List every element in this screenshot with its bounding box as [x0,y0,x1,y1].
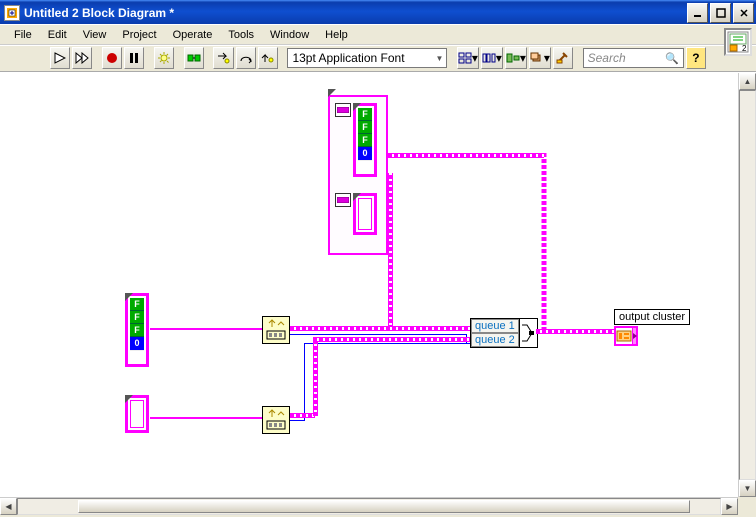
wire-queue2-ref-v [313,339,318,416]
hscroll-thumb[interactable] [78,500,690,513]
bool-cell: F [130,311,144,324]
scroll-right-button[interactable]: ▶ [721,498,738,515]
search-placeholder: Search [588,51,626,65]
output-cluster-indicator[interactable]: output cluster [614,309,690,346]
wire-bundle-output [536,329,626,334]
array-constant-top2[interactable] [335,193,377,235]
bundle-input-queue1[interactable]: queue 1 [471,319,519,333]
wire-queue1-num2 [304,343,470,344]
bundle-by-name-node[interactable]: queue 1 queue 2 [470,318,538,348]
scroll-up-button[interactable]: ▲ [739,73,756,90]
wire-cluster-vertical [388,173,393,329]
menu-view[interactable]: View [75,27,115,43]
menu-window[interactable]: Window [262,27,317,43]
block-diagram-canvas[interactable]: F F F 0 [0,73,738,497]
menu-help[interactable]: Help [317,27,356,43]
scrollbar-corner [738,497,756,515]
array-index-icon [337,107,349,113]
vi-icon-panel[interactable]: 2 [724,28,752,56]
menu-tools[interactable]: Tools [220,27,262,43]
minimize-button[interactable] [687,3,708,23]
num-cell: 0 [358,147,372,160]
obtain-queue-node-1[interactable] [262,316,290,344]
array-index-icon [337,197,349,203]
workspace: F F F 0 [0,72,756,515]
bundle-icon [521,320,535,346]
scroll-left-button[interactable]: ◀ [0,498,17,515]
svg-text:2: 2 [742,44,747,53]
help-button[interactable]: ? [686,47,706,69]
vertical-scrollbar[interactable]: ▲ ▼ [738,73,756,497]
obtain-queue-node-2[interactable] [262,406,290,434]
resize-button[interactable]: ▾ [505,47,527,69]
toolbar: 13pt Application Font ▾ ▾ ▾ ▾ Search ? [0,44,756,72]
scroll-down-button[interactable]: ▼ [739,480,756,497]
wire-queue2-type [150,417,262,419]
menu-operate[interactable]: Operate [165,27,221,43]
hscroll-track[interactable] [17,498,721,515]
font-select-label: 13pt Application Font [292,51,404,65]
wire-queue2-num [290,420,305,421]
highlight-execution-button[interactable] [154,47,174,69]
close-button[interactable] [733,3,754,23]
step-over-button[interactable] [236,47,256,69]
vscroll-track[interactable] [739,90,756,480]
array-constant-top1[interactable]: F F F 0 [335,103,377,177]
font-select[interactable]: 13pt Application Font [287,48,447,68]
num-cell: 0 [130,337,144,350]
wire-queue2-ref [290,413,315,418]
wire-queue1-num [290,334,466,335]
output-cluster-label: output cluster [619,311,685,323]
cluster-indicator-icon [616,330,632,342]
cleanup-button[interactable] [553,47,573,69]
wire-queue2-ref-h [313,337,470,342]
wire-queue1-type [150,328,262,330]
wire-cluster-down [540,153,548,333]
step-into-button[interactable] [213,47,233,69]
distribute-button[interactable]: ▾ [481,47,503,69]
abort-button[interactable] [102,47,122,69]
bool-cell: F [358,108,372,121]
bundle-input-queue2[interactable]: queue 2 [471,333,519,347]
window-title: Untitled 2 Block Diagram * [24,6,687,20]
app-icon [4,5,20,21]
titlebar: Untitled 2 Block Diagram * [0,0,756,24]
wire-queue1-ref [290,326,470,331]
menu-file[interactable]: File [6,27,40,43]
wire-cluster-horiz-top [388,153,544,158]
reorder-button[interactable]: ▾ [529,47,551,69]
step-out-button[interactable] [258,47,278,69]
run-button[interactable] [50,47,70,69]
wire-queue1-num2v [304,343,305,420]
cluster-constant-left-small[interactable] [125,395,149,433]
bool-cell: F [130,324,144,337]
horizontal-scrollbar[interactable]: ◀ ▶ [0,497,738,515]
menubar: File Edit View Project Operate Tools Win… [0,24,756,44]
menu-edit[interactable]: Edit [40,27,75,43]
run-continuous-button[interactable] [72,47,92,69]
pause-button[interactable] [124,47,144,69]
blank-cell [130,350,144,362]
cluster-constant-left[interactable]: F F F 0 [125,293,149,367]
blank-cell [358,160,372,172]
maximize-button[interactable] [710,3,731,23]
bool-cell: F [358,134,372,147]
retain-wire-values-button[interactable] [184,47,204,69]
search-input[interactable]: Search [583,48,684,68]
menu-project[interactable]: Project [114,27,164,43]
bool-cell: F [130,298,144,311]
align-button[interactable]: ▾ [457,47,479,69]
bool-cell: F [358,121,372,134]
